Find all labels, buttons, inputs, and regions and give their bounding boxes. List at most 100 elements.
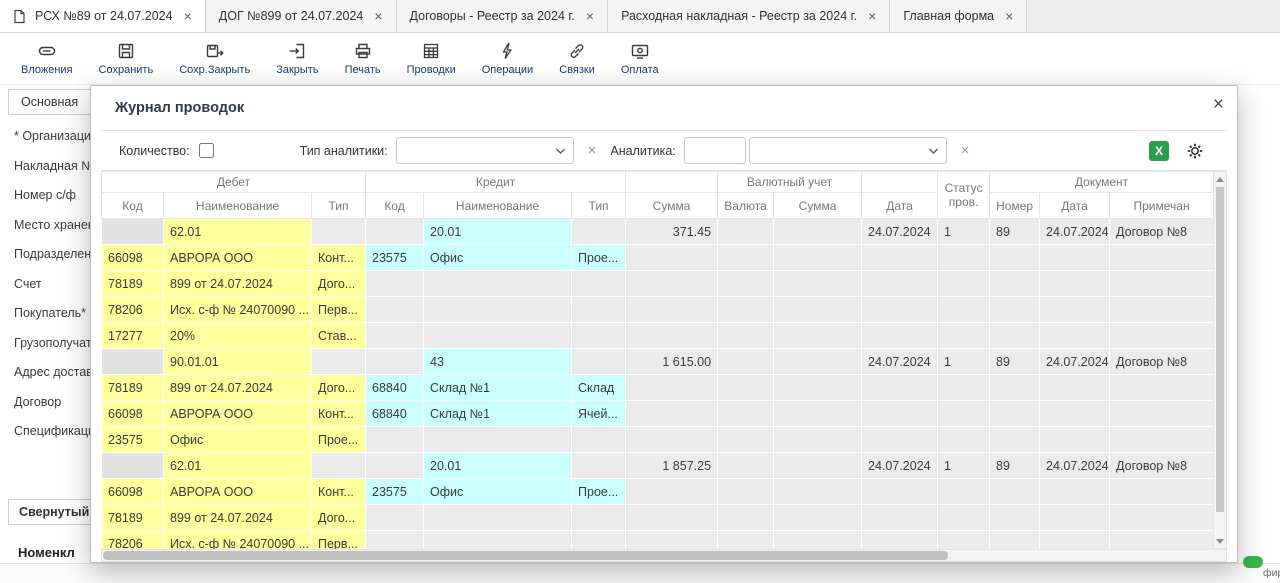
clear-analytics-type-button[interactable]: × <box>588 143 597 158</box>
table-cell[interactable] <box>572 427 626 453</box>
table-cell[interactable]: 899 от 24.07.2024 <box>164 271 312 297</box>
table-cell[interactable] <box>990 531 1040 550</box>
table-cell[interactable] <box>1040 505 1110 531</box>
table-cell[interactable]: Перв... <box>312 297 366 323</box>
table-cell[interactable] <box>572 297 626 323</box>
table-cell[interactable] <box>1040 245 1110 271</box>
table-cell[interactable] <box>774 401 862 427</box>
table-cell[interactable] <box>990 375 1040 401</box>
table-cell[interactable] <box>718 323 774 349</box>
table-cell[interactable] <box>572 271 626 297</box>
table-cell[interactable] <box>424 297 572 323</box>
table-cell[interactable]: 1 <box>938 219 990 245</box>
table-cell[interactable]: 23575 <box>366 245 424 271</box>
table-cell[interactable] <box>862 479 938 505</box>
table-cell[interactable] <box>424 427 572 453</box>
table-cell[interactable] <box>572 505 626 531</box>
table-cell[interactable]: 89 <box>990 349 1040 375</box>
tab-close-icon[interactable]: × <box>586 9 594 23</box>
table-cell[interactable] <box>572 323 626 349</box>
table-cell[interactable] <box>626 401 718 427</box>
table-cell[interactable]: 20% <box>164 323 312 349</box>
table-cell[interactable] <box>366 505 424 531</box>
table-cell[interactable] <box>366 297 424 323</box>
table-cell[interactable]: 78206 <box>102 297 164 323</box>
table-cell[interactable] <box>774 219 862 245</box>
modal-close-icon[interactable]: × <box>1213 95 1224 114</box>
table-cell[interactable] <box>626 297 718 323</box>
table-cell[interactable] <box>938 271 990 297</box>
table-cell[interactable] <box>626 271 718 297</box>
table-cell[interactable] <box>1110 427 1214 453</box>
table-cell[interactable] <box>990 245 1040 271</box>
table-cell[interactable] <box>774 349 862 375</box>
table-cell[interactable]: 1 857.25 <box>626 453 718 479</box>
print-button[interactable]: Печать <box>332 38 394 79</box>
table-cell[interactable]: 899 от 24.07.2024 <box>164 505 312 531</box>
table-cell[interactable]: АВРОРА ООО <box>164 401 312 427</box>
table-cell[interactable] <box>1110 401 1214 427</box>
table-cell[interactable] <box>718 245 774 271</box>
table-cell[interactable] <box>718 219 774 245</box>
postings-button[interactable]: Проводки <box>394 38 469 79</box>
table-cell[interactable] <box>424 271 572 297</box>
table-cell[interactable]: 23575 <box>102 427 164 453</box>
table-cell[interactable] <box>774 297 862 323</box>
table-cell[interactable] <box>366 323 424 349</box>
table-row[interactable]: 1727720%Став... <box>102 323 1214 349</box>
table-cell[interactable]: 1 <box>938 453 990 479</box>
table-cell[interactable]: 20.01 <box>424 219 572 245</box>
table-row[interactable]: 62.0120.011 857.2524.07.202418924.07.202… <box>102 453 1214 479</box>
table-cell[interactable] <box>366 453 424 479</box>
table-cell[interactable] <box>1040 271 1110 297</box>
table-cell[interactable]: 371.45 <box>626 219 718 245</box>
table-row[interactable]: 78189899 от 24.07.2024Дого... <box>102 505 1214 531</box>
table-cell[interactable] <box>626 427 718 453</box>
collapsed-section-header[interactable]: Свернутый <box>8 499 100 525</box>
table-cell[interactable] <box>718 349 774 375</box>
table-row[interactable]: 90.01.01431 615.0024.07.202418924.07.202… <box>102 349 1214 375</box>
table-cell[interactable] <box>938 479 990 505</box>
table-row[interactable]: 78206Исх. с-ф № 24070090 ...Перв... <box>102 531 1214 550</box>
table-cell[interactable] <box>366 349 424 375</box>
table-cell[interactable]: Договор №8 <box>1110 219 1214 245</box>
table-cell[interactable]: 89 <box>990 453 1040 479</box>
table-row[interactable]: 66098АВРОРА ОООКонт...68840Склад №1Ячей.… <box>102 401 1214 427</box>
table-cell[interactable] <box>626 375 718 401</box>
table-cell[interactable] <box>774 505 862 531</box>
table-cell[interactable] <box>1040 401 1110 427</box>
table-cell[interactable] <box>1040 323 1110 349</box>
tab-invoice-registry[interactable]: Расходная накладная - Реестр за 2024 г. … <box>608 0 890 32</box>
table-cell[interactable] <box>862 323 938 349</box>
table-cell[interactable] <box>1110 505 1214 531</box>
table-cell[interactable] <box>626 323 718 349</box>
table-row[interactable]: 66098АВРОРА ОООКонт...23575ОфисПрое... <box>102 245 1214 271</box>
table-cell[interactable] <box>718 453 774 479</box>
table-cell[interactable] <box>424 505 572 531</box>
table-cell[interactable]: Прое... <box>572 245 626 271</box>
table-cell[interactable] <box>718 505 774 531</box>
table-cell[interactable] <box>938 245 990 271</box>
table-cell[interactable] <box>424 531 572 550</box>
table-row[interactable]: 78189899 от 24.07.2024Дого... <box>102 271 1214 297</box>
table-cell[interactable] <box>990 401 1040 427</box>
table-cell[interactable]: 90.01.01 <box>164 349 312 375</box>
table-cell[interactable] <box>718 271 774 297</box>
analytics-code-input[interactable] <box>684 137 746 164</box>
table-cell[interactable]: 78206 <box>102 531 164 550</box>
table-cell[interactable] <box>366 427 424 453</box>
table-cell[interactable] <box>102 453 164 479</box>
table-cell[interactable]: Дого... <box>312 271 366 297</box>
table-row[interactable]: 78189899 от 24.07.2024Дого...68840Склад … <box>102 375 1214 401</box>
table-cell[interactable] <box>718 375 774 401</box>
table-cell[interactable]: Офис <box>164 427 312 453</box>
table-cell[interactable]: Став... <box>312 323 366 349</box>
vscrollbar-thumb[interactable] <box>1216 187 1224 512</box>
table-cell[interactable] <box>626 505 718 531</box>
table-cell[interactable] <box>312 349 366 375</box>
table-cell[interactable] <box>862 297 938 323</box>
table-cell[interactable] <box>938 531 990 550</box>
table-cell[interactable] <box>862 505 938 531</box>
table-cell[interactable]: 24.07.2024 <box>862 349 938 375</box>
table-cell[interactable] <box>572 453 626 479</box>
